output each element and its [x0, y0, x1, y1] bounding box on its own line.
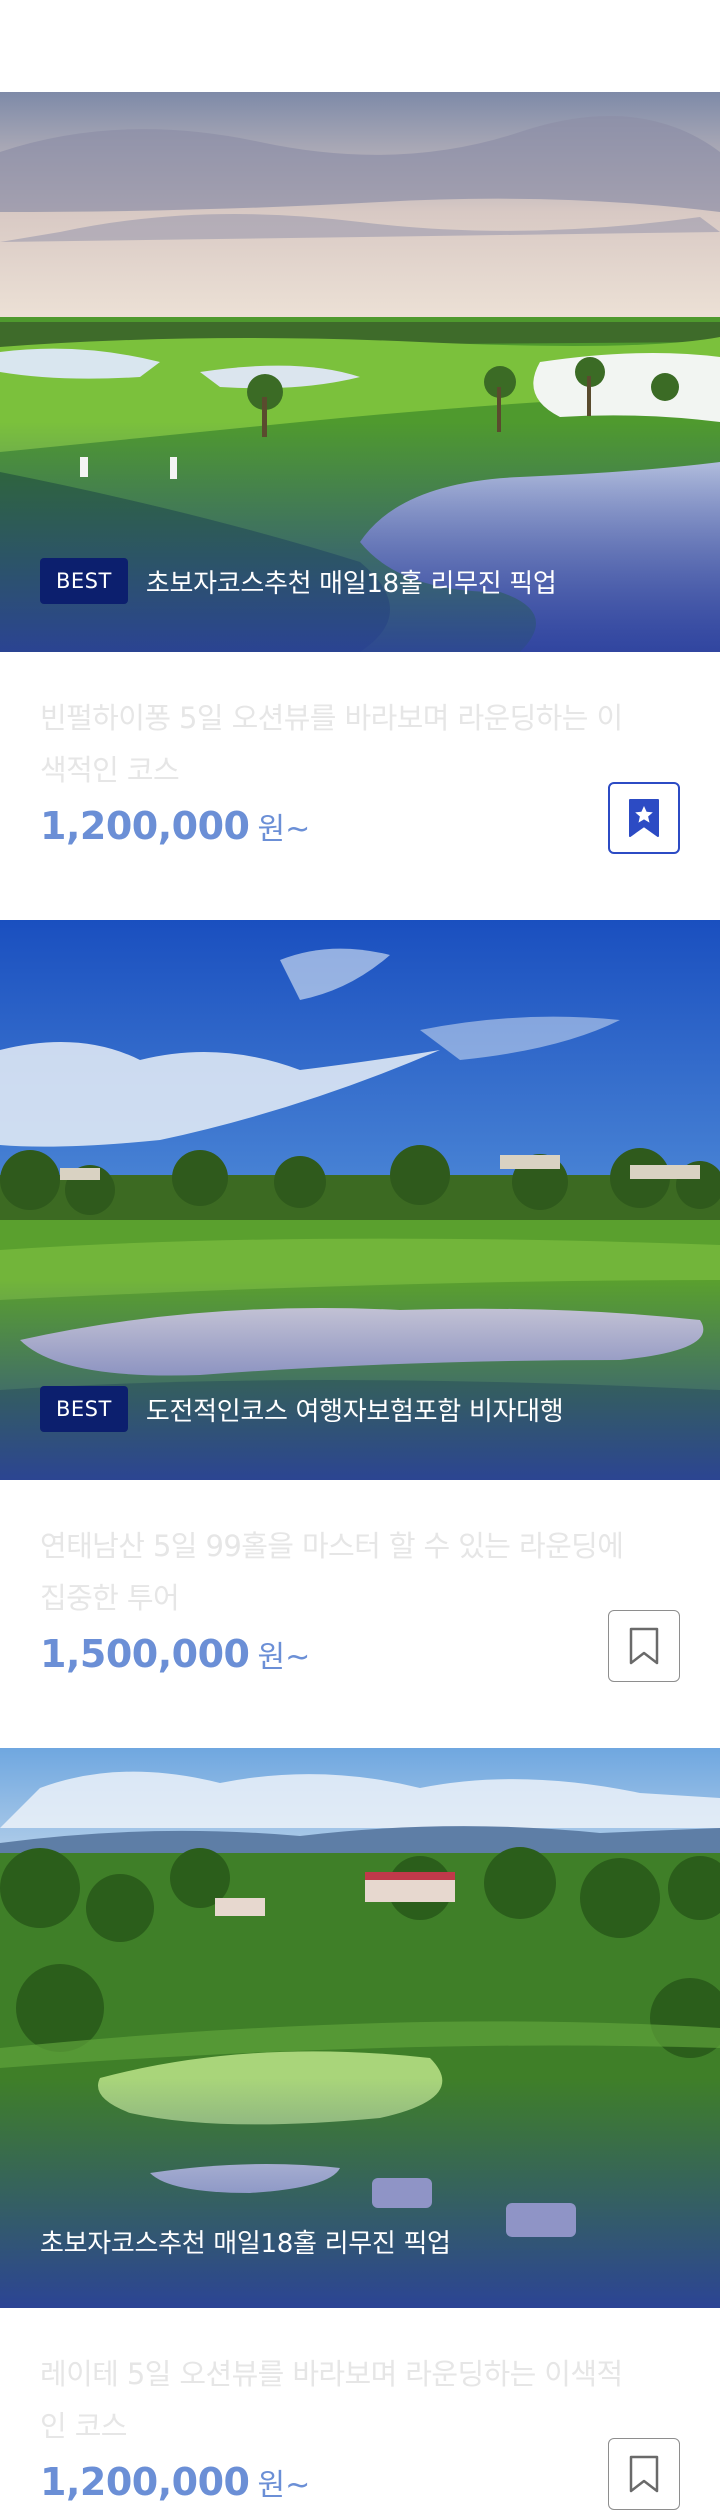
price-row: 1,200,000 원~ [40, 804, 310, 848]
tour-description: 레이테 5일 오션뷰를 바라보며 라운딩하는 이색적인 코스 [40, 2357, 623, 2443]
bookmark-star-icon [629, 799, 659, 837]
price-unit: 원~ [257, 812, 311, 847]
bookmark-icon [629, 1627, 659, 1665]
price-row: 1,500,000 원~ [40, 1632, 310, 1676]
tour-price: 1,500,000 [40, 1632, 250, 1676]
best-badge: BEST [40, 558, 128, 604]
tour-price: 1,200,000 [40, 804, 250, 848]
course-photo[interactable]: BEST 도전적인코스 여행자보험포함 비자대행 [0, 920, 720, 1480]
bookmark-button[interactable] [608, 2438, 680, 2510]
tour-price: 1,200,000 [40, 2460, 250, 2504]
tour-caption: 도전적인코스 여행자보험포함 비자대행 [145, 1396, 564, 1427]
tour-card[interactable]: BEST 초보자코스추천 매일18홀 리무진 픽업 빈펄하이퐁 5일 오션뷰를 … [0, 92, 720, 920]
tour-description: 빈펄하이퐁 5일 오션뷰를 바라보며 라운딩하는 이색적인 코스 [40, 701, 623, 787]
course-photo[interactable]: BEST 초보자코스추천 매일18홀 리무진 픽업 [0, 92, 720, 652]
tag-row: BEST 초보자코스추천 매일18홀 리무진 픽업 [40, 558, 557, 604]
price-unit: 원~ [257, 1640, 311, 1675]
tour-card[interactable]: 초보자코스추천 매일18홀 리무진 픽업 레이테 5일 오션뷰를 바라보며 라운… [0, 1748, 720, 2520]
tour-description: 연태남산 5일 99홀을 마스터 할 수 있는 라운딩에 집중한 투어 [40, 1529, 624, 1615]
bookmark-button[interactable] [608, 782, 680, 854]
bookmark-button[interactable] [608, 1610, 680, 1682]
course-photo[interactable]: 초보자코스추천 매일18홀 리무진 픽업 [0, 1748, 720, 2308]
tag-row: 초보자코스추천 매일18홀 리무진 픽업 [40, 2223, 451, 2260]
tour-caption: 초보자코스추천 매일18홀 리무진 픽업 [40, 2229, 451, 2259]
bookmark-icon [629, 2455, 659, 2493]
tour-card[interactable]: BEST 도전적인코스 여행자보험포함 비자대행 연태남산 5일 99홀을 마스… [0, 920, 720, 1748]
tour-caption: 초보자코스추천 매일18홀 리무진 픽업 [145, 568, 557, 599]
tag-row: BEST 도전적인코스 여행자보험포함 비자대행 [40, 1386, 564, 1432]
price-unit: 원~ [257, 2468, 311, 2503]
best-badge: BEST [40, 1386, 128, 1432]
price-row: 1,200,000 원~ [40, 2460, 310, 2504]
